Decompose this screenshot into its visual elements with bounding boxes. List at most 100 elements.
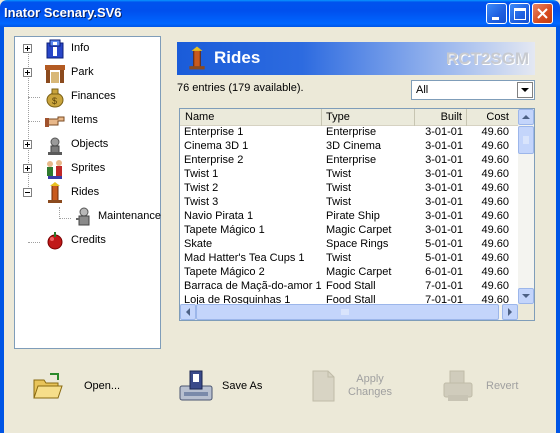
cell-cost: 49.60 (481, 168, 509, 180)
apply-document-icon (312, 370, 335, 402)
table-row[interactable]: Tapete Mágico 1 Magic Carpet 3-01-01 49.60 (180, 224, 519, 238)
scroll-left-button[interactable] (180, 304, 196, 320)
cell-type: Space Rings (326, 238, 389, 250)
cell-built: 3-01-01 (425, 182, 463, 194)
apply-label-line1: Apply (356, 373, 384, 385)
cell-name: Skate (184, 238, 213, 250)
rides-list[interactable]: Name Type Built Cost Enterprise 1 Enterpr… (179, 108, 535, 321)
cell-built: 3-01-01 (425, 154, 463, 166)
cell-cost: 49.60 (481, 196, 509, 208)
cell-type: Food Stall (326, 280, 376, 292)
ride-filter-dropdown[interactable]: All (411, 80, 535, 100)
column-header-type[interactable]: Type (322, 109, 415, 126)
tree-item-park[interactable]: Park (71, 66, 94, 78)
column-header-name[interactable]: Name (180, 109, 322, 126)
close-icon (537, 8, 548, 19)
cell-type: Twist (326, 168, 352, 180)
table-row[interactable]: Navio Pirata 1 Pirate Ship 3-01-01 49.60 (180, 210, 519, 224)
scroll-down-button[interactable] (518, 288, 534, 304)
column-header-built[interactable]: Built (415, 109, 467, 126)
horizontal-scroll-thumb[interactable] (196, 304, 499, 320)
cell-cost: 49.60 (481, 252, 509, 264)
title-bar: Inator Scenary.SV6 (0, 0, 560, 27)
tree-item-info[interactable]: Info (71, 42, 89, 54)
tree-item-objects[interactable]: Objects (71, 138, 108, 150)
collapse-toggle-rides[interactable] (23, 188, 32, 197)
minimize-icon (492, 17, 499, 20)
revert-button[interactable]: Revert (442, 366, 518, 406)
tree-item-finances[interactable]: Finances (71, 90, 116, 102)
cell-name: Twist 2 (184, 182, 219, 194)
table-row[interactable]: Enterprise 1 Enterprise 3-01-01 49.60 (180, 126, 519, 140)
window-frame-left (0, 27, 4, 433)
table-row[interactable]: Twist 2 Twist 3-01-01 49.60 (180, 182, 519, 196)
apply-label-line2: Changes (348, 386, 393, 398)
tree-item-maintenance[interactable]: Maintenance (98, 210, 161, 222)
cell-cost: 49.60 (481, 280, 509, 292)
chevron-down-icon (521, 88, 529, 92)
dropdown-button[interactable] (517, 82, 533, 98)
navigation-tree[interactable]: Info Park $ Finances Items Objects Sprit… (14, 36, 161, 349)
scroll-up-button[interactable] (518, 109, 534, 125)
maximize-button[interactable] (509, 3, 530, 24)
scrollbar-corner (518, 304, 534, 320)
table-row[interactable]: Barraca de Maçã-do-amor 1 Food Stall 7-01-… (180, 280, 519, 294)
revert-button-label: Revert (486, 379, 519, 392)
cell-name: Enterprise 2 (184, 154, 244, 166)
save-as-button[interactable]: Save As (178, 366, 262, 406)
table-row[interactable]: Skate Space Rings 5-01-01 49.60 (180, 238, 519, 252)
svg-text:$: $ (52, 96, 57, 106)
open-folder-icon (33, 373, 63, 399)
tree-item-credits[interactable]: Credits (71, 234, 106, 246)
table-row[interactable]: Tapete Mágico 2 Magic Carpet 6-01-01 49.60 (180, 266, 519, 280)
entries-count: 76 entries (179 available). (177, 82, 304, 94)
cell-cost: 49.60 (481, 238, 509, 250)
table-row[interactable]: Twist 1 Twist 3-01-01 49.60 (180, 168, 519, 182)
expand-toggle-info[interactable] (23, 44, 32, 53)
section-banner: Rides RCT2SGM (177, 42, 535, 75)
cell-cost: 49.60 (481, 140, 509, 152)
cell-built: 5-01-01 (425, 238, 463, 250)
tree-item-rides[interactable]: Rides (71, 186, 99, 198)
cell-built: 3-01-01 (425, 224, 463, 236)
minimize-button[interactable] (486, 3, 507, 24)
cell-cost: 49.60 (481, 126, 509, 138)
expand-toggle-objects[interactable] (23, 140, 32, 149)
vertical-scrollbar[interactable] (518, 109, 534, 305)
cell-built: 6-01-01 (425, 266, 463, 278)
table-row[interactable]: Cinema 3D 1 3D Cinema 3-01-01 49.60 (180, 140, 519, 154)
expand-toggle-sprites[interactable] (23, 164, 32, 173)
cell-built: 5-01-01 (425, 252, 463, 264)
revert-printer-icon (443, 370, 473, 401)
close-button[interactable] (532, 3, 553, 24)
cell-type: 3D Cinema (326, 140, 382, 152)
arrow-right-icon (508, 308, 512, 316)
pointing-hand-icon (45, 116, 65, 127)
tree-item-items[interactable]: Items (71, 114, 98, 126)
maximize-icon (514, 8, 526, 20)
cell-name: Navio Pirata 1 (184, 210, 254, 222)
table-row[interactable]: Enterprise 2 Enterprise 3-01-01 49.60 (180, 154, 519, 168)
tree-item-sprites[interactable]: Sprites (71, 162, 105, 174)
open-button-label: Open... (84, 380, 121, 392)
cell-name: Tapete Mágico 1 (184, 224, 265, 236)
horizontal-scrollbar[interactable] (180, 304, 519, 320)
mechanic-icon (76, 207, 90, 226)
vertical-scroll-thumb[interactable] (518, 126, 534, 154)
scroll-right-button[interactable] (502, 304, 518, 320)
cell-cost: 49.60 (481, 266, 509, 278)
arrow-left-icon (186, 308, 190, 316)
cell-type: Magic Carpet (326, 266, 392, 278)
rides-tower-icon (189, 46, 205, 70)
tree-line (59, 218, 71, 219)
open-button[interactable]: Open... (32, 366, 120, 406)
table-row[interactable]: Twist 3 Twist 3-01-01 49.60 (180, 196, 519, 210)
cell-name: Mad Hatter's Tea Cups 1 (184, 252, 305, 264)
arrow-down-icon (522, 294, 530, 298)
column-header-cost[interactable]: Cost (467, 109, 519, 126)
apply-changes-button[interactable]: Apply Changes (310, 366, 392, 406)
cell-name: Twist 1 (184, 168, 219, 180)
expand-toggle-park[interactable] (23, 68, 32, 77)
table-row[interactable]: Mad Hatter's Tea Cups 1 Twist 5-01-01 49.60 (180, 252, 519, 266)
cell-type: Twist (326, 196, 352, 208)
